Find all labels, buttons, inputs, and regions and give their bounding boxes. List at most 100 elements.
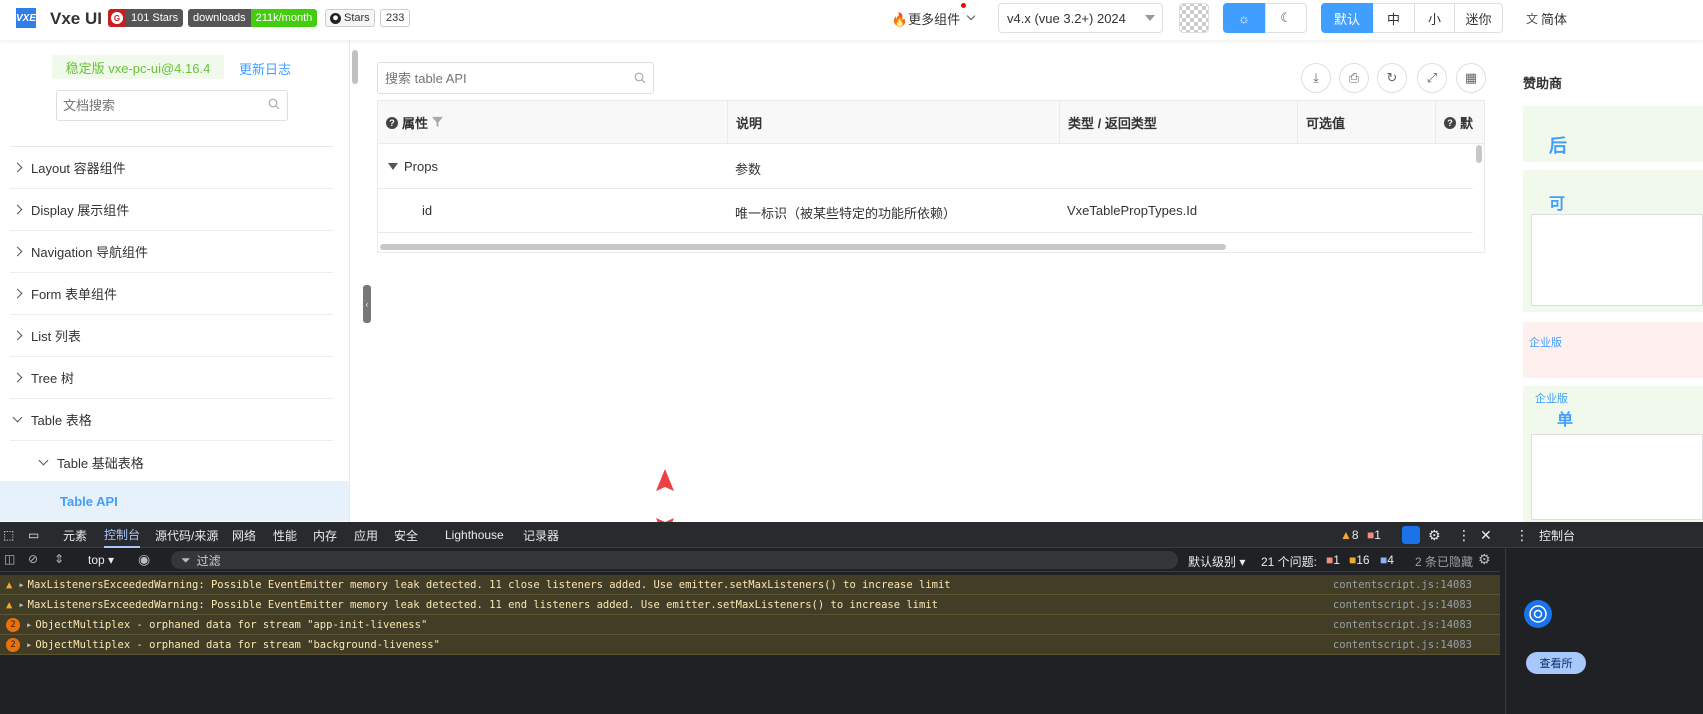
size-small-button[interactable]: 小	[1415, 3, 1455, 33]
language-switch[interactable]: 文 简体	[1526, 3, 1586, 33]
github-count-badge[interactable]: 233	[380, 9, 411, 27]
issues-warn-count[interactable]: ■16	[1349, 553, 1370, 567]
console-log-warning[interactable]: 2 ▸ ObjectMultiplex - orphaned data for …	[0, 615, 1500, 635]
column-header-options[interactable]: 可选值	[1298, 101, 1436, 144]
expand-triangle-icon[interactable]: ▸	[26, 639, 32, 651]
console-filter-input[interactable]: ⏷ 过滤	[171, 551, 1178, 569]
log-source-link[interactable]: contentscript.js:14083	[1333, 639, 1472, 651]
warning-counter[interactable]: ▲ 8	[1340, 522, 1359, 548]
tab-elements[interactable]: 元素	[63, 522, 87, 548]
hidden-messages-label[interactable]: 2 条已隐藏	[1415, 553, 1473, 570]
extension-icon[interactable]	[1402, 526, 1420, 544]
table-row[interactable]: Props 参数	[378, 145, 1473, 189]
sponsor-card[interactable]: 企业版 单	[1523, 386, 1703, 522]
sponsor-card[interactable]: 后	[1523, 106, 1703, 162]
tab-console[interactable]: 控制台	[104, 522, 141, 548]
sidebar-item-navigation[interactable]: Navigation 导航组件	[10, 231, 333, 273]
tab-memory[interactable]: 内存	[313, 522, 337, 548]
table-vertical-scrollbar[interactable]	[1476, 145, 1482, 163]
log-source-link[interactable]: contentscript.js:14083	[1333, 579, 1472, 591]
size-mini-button[interactable]: 迷你	[1455, 3, 1503, 33]
doc-search-input[interactable]	[56, 90, 288, 121]
more-options-icon[interactable]: ⋮	[1457, 522, 1471, 548]
console-settings-gear-icon[interactable]: ⚙	[1478, 551, 1491, 568]
version-select[interactable]: v4.x (vue 3.2+) 2024	[998, 3, 1163, 33]
clear-console-icon[interactable]: ⊘	[28, 552, 38, 566]
issues-label[interactable]: 21 个问题:	[1261, 553, 1317, 570]
sidebar-item-layout[interactable]: Layout 容器组件	[10, 147, 333, 189]
sidebar-subitem-table-basic[interactable]: Table 基础表格	[36, 441, 333, 483]
tab-sources[interactable]: 源代码/来源	[155, 522, 218, 548]
device-toggle-icon[interactable]: ▭	[28, 522, 39, 548]
sponsor-panel: 赞助商 后 可 企业版 企业版 单	[1505, 40, 1703, 522]
brand-title[interactable]: Vxe UI	[50, 9, 102, 29]
expand-triangle-icon[interactable]: ▸	[18, 599, 24, 611]
refresh-button[interactable]: ↻	[1377, 63, 1407, 93]
sidebar-item-label: Layout 容器组件	[31, 161, 126, 176]
tab-security[interactable]: 安全	[394, 522, 418, 548]
tab-network[interactable]: 网络	[232, 522, 256, 548]
github-stars-badge[interactable]: Stars	[325, 9, 375, 27]
sidebar-item-table[interactable]: Table 表格	[10, 399, 333, 441]
more-options-icon[interactable]: ⋮	[1515, 522, 1529, 548]
context-select[interactable]: top ▾	[88, 553, 114, 567]
log-level-select[interactable]: 默认级别 ▾	[1188, 553, 1245, 570]
print-button[interactable]: ⎙	[1339, 63, 1369, 93]
sponsor-card[interactable]: 可	[1523, 170, 1703, 312]
tab-recorder[interactable]: 记录器	[523, 522, 559, 548]
vxe-logo[interactable]: VXE	[16, 8, 36, 28]
settings-gear-icon[interactable]: ⚙	[1428, 522, 1441, 548]
filter-icon[interactable]	[432, 115, 444, 130]
sidebar-item-tree[interactable]: Tree 树	[10, 357, 333, 399]
transparent-theme-button[interactable]	[1179, 3, 1209, 33]
column-setting-button[interactable]: ▦	[1456, 63, 1486, 93]
column-header-description[interactable]: 说明	[728, 101, 1060, 144]
size-medium-button[interactable]: 中	[1373, 3, 1415, 33]
issues-info-count[interactable]: ■4	[1380, 553, 1394, 567]
doc-search-field[interactable]	[57, 91, 257, 120]
sponsor-card[interactable]: 企业版	[1523, 322, 1703, 378]
tab-performance[interactable]: 性能	[273, 522, 297, 548]
error-counter[interactable]: ■ 1	[1367, 522, 1381, 548]
log-source-link[interactable]: contentscript.js:14083	[1333, 619, 1472, 631]
stars-badge[interactable]: G 101 Stars	[108, 9, 184, 27]
log-source-link[interactable]: contentscript.js:14083	[1333, 599, 1472, 611]
fullscreen-button[interactable]: ⤢	[1417, 63, 1447, 93]
console-log-warning[interactable]: ▲ ▸ MaxListenersExceededWarning: Possibl…	[0, 595, 1500, 615]
tab-application[interactable]: 应用	[354, 522, 378, 548]
column-header-default[interactable]: ? 默	[1436, 101, 1484, 144]
stable-version-tag[interactable]: 稳定版 vxe-pc-ui@4.16.4	[52, 55, 224, 79]
column-header-attribute[interactable]: ? 属性	[378, 101, 728, 144]
eye-icon[interactable]: ◉	[138, 551, 150, 568]
sidebar-item-display[interactable]: Display 展示组件	[10, 189, 333, 231]
close-icon[interactable]: ✕	[1480, 522, 1492, 548]
console-log-warning[interactable]: 2 ▸ ObjectMultiplex - orphaned data for …	[0, 635, 1500, 655]
changelog-link[interactable]: 更新日志	[239, 59, 291, 78]
expand-triangle-icon[interactable]: ▸	[18, 579, 24, 591]
preserve-log-icon[interactable]: ⇕	[54, 552, 64, 566]
downloads-badge[interactable]: downloads 211k/month	[188, 9, 318, 27]
expand-triangle-icon[interactable]: ▸	[26, 619, 32, 631]
api-search-field[interactable]	[378, 63, 618, 93]
sidebar-toggle-icon[interactable]: ◫	[4, 552, 15, 566]
inspect-element-icon[interactable]: ⬚	[3, 522, 14, 548]
table-horizontal-scrollbar[interactable]	[380, 244, 1226, 250]
sidebar-scrollbar[interactable]	[352, 50, 358, 84]
issues-error-count[interactable]: ■1	[1326, 553, 1340, 567]
sidebar-item-table-api[interactable]: Table API	[0, 481, 349, 521]
view-all-button[interactable]: 查看所	[1526, 652, 1586, 674]
size-default-button[interactable]: 默认	[1321, 3, 1373, 33]
console-log-warning[interactable]: ▲ ▸ MaxListenersExceededWarning: Possibl…	[0, 575, 1500, 595]
column-header-type[interactable]: 类型 / 返回类型	[1060, 101, 1298, 144]
help-icon: ?	[386, 116, 398, 129]
light-theme-button[interactable]: ☼	[1223, 3, 1265, 33]
moon-icon: ☾	[1280, 10, 1292, 25]
export-button[interactable]: ⤓	[1301, 63, 1331, 93]
expand-caret-icon[interactable]	[388, 163, 398, 170]
table-row[interactable]: id 唯一标识（被某些特定的功能所依赖） VxeTablePropTypes.I…	[378, 189, 1473, 233]
tab-lighthouse[interactable]: Lighthouse	[445, 522, 504, 548]
dark-theme-button[interactable]: ☾	[1265, 3, 1307, 33]
sidebar-item-list[interactable]: List 列表	[10, 315, 333, 357]
api-search-input[interactable]	[377, 62, 654, 94]
sidebar-item-form[interactable]: Form 表单组件	[10, 273, 333, 315]
